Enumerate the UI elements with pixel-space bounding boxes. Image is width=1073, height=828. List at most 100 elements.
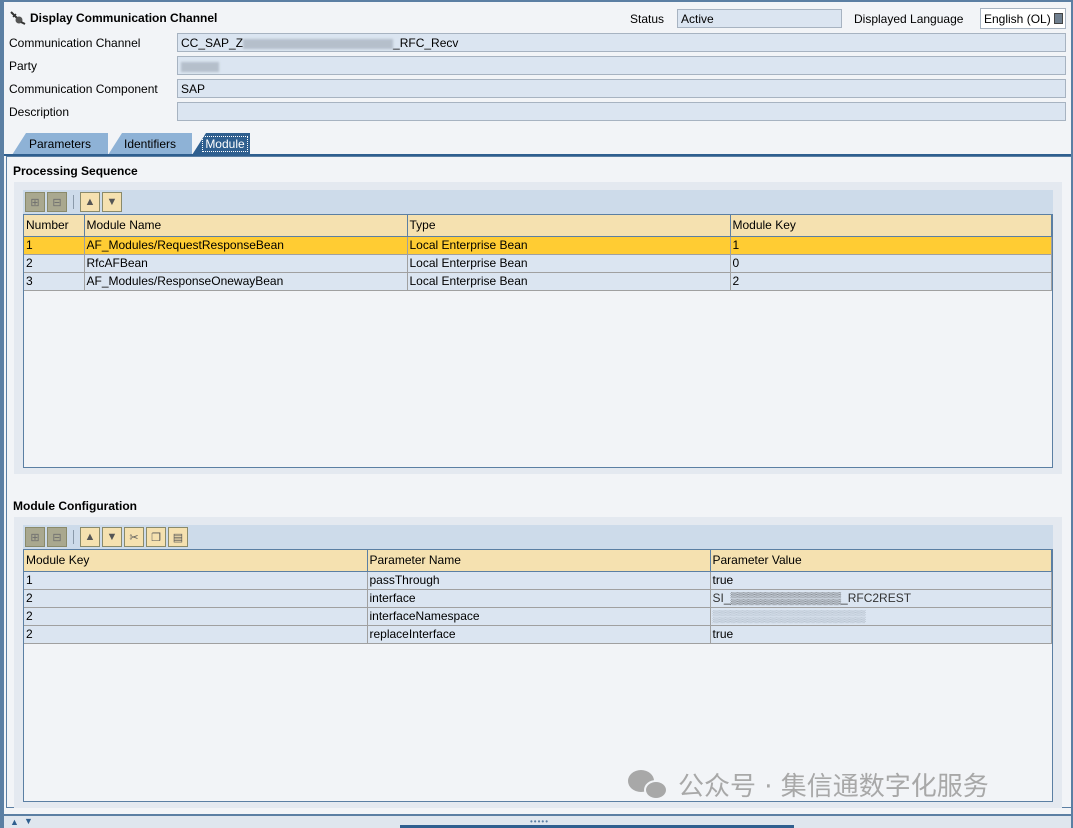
cell-type[interactable]: Local Enterprise Bean bbox=[407, 236, 731, 255]
processing-sequence-toolbar: ⊞ ⊟ ▲ ▼ bbox=[23, 190, 1053, 214]
description-label: Description bbox=[9, 105, 70, 119]
party-label: Party bbox=[9, 59, 38, 73]
triangle-up-icon: ▲ bbox=[84, 531, 96, 543]
communication-channel-label: Communication Channel bbox=[9, 36, 141, 50]
cell-module-key[interactable]: 2 bbox=[730, 272, 1052, 291]
module-configuration-toolbar: ⊞ ⊟ ▲ ▼ ✂ ❐ ▤ bbox=[23, 525, 1053, 549]
table-row[interactable]: 1 AF_Modules/RequestResponseBean Local E… bbox=[24, 236, 1052, 255]
insert-row-button[interactable]: ⊞ bbox=[25, 527, 45, 547]
cell-parameter-value[interactable]: true bbox=[710, 571, 1052, 590]
page-title: Display Communication Channel bbox=[10, 11, 217, 25]
move-down-button[interactable]: ▼ bbox=[102, 527, 122, 547]
column-header-parameter-name[interactable]: Parameter Name bbox=[367, 550, 711, 572]
column-header-module-name[interactable]: Module Name bbox=[84, 215, 408, 237]
column-header-parameter-value[interactable]: Parameter Value bbox=[710, 550, 1052, 572]
description-field bbox=[177, 102, 1066, 121]
insert-row-button[interactable]: ⊞ bbox=[25, 192, 45, 212]
tab-label: Module bbox=[202, 136, 248, 152]
page-title-text: Display Communication Channel bbox=[30, 11, 218, 25]
channel-name-suffix: _RFC_Recv bbox=[393, 36, 459, 50]
status-field: Active bbox=[677, 9, 842, 28]
table-row[interactable]: 3 AF_Modules/ResponseOnewayBean Local En… bbox=[24, 272, 1052, 291]
cell-parameter-name[interactable]: passThrough bbox=[367, 571, 711, 590]
displayed-language-select[interactable]: English (OL) bbox=[980, 8, 1066, 29]
module-configuration-title: Module Configuration bbox=[13, 499, 137, 513]
displayed-language-value: English (OL) bbox=[984, 12, 1051, 26]
communication-component-field: SAP bbox=[177, 79, 1066, 98]
cell-parameter-name[interactable]: replaceInterface bbox=[367, 625, 711, 644]
cell-parameter-name[interactable]: interface bbox=[367, 589, 711, 608]
column-header-type[interactable]: Type bbox=[407, 215, 731, 237]
cell-parameter-value[interactable]: ▒▒▒▒▒▒▒▒▒▒▒▒▒▒▒▒▒▒ bbox=[710, 607, 1052, 626]
cell-module-key[interactable]: 2 bbox=[24, 607, 368, 626]
cell-module-name[interactable]: AF_Modules/ResponseOnewayBean bbox=[84, 272, 408, 291]
cell-module-key[interactable]: 2 bbox=[24, 589, 368, 608]
communication-component-label: Communication Component bbox=[9, 82, 158, 96]
table-row[interactable]: 1 passThrough true bbox=[24, 571, 1052, 590]
triangle-down-icon: ▼ bbox=[106, 531, 118, 543]
tab-module[interactable]: Module bbox=[192, 133, 250, 155]
cell-parameter-name[interactable]: interfaceNamespace bbox=[367, 607, 711, 626]
cut-button[interactable]: ✂ bbox=[124, 527, 144, 547]
move-down-button[interactable]: ▼ bbox=[102, 192, 122, 212]
cell-module-name[interactable]: AF_Modules/RequestResponseBean bbox=[84, 236, 408, 255]
displayed-language-label: Displayed Language bbox=[854, 12, 964, 26]
tab-identifiers[interactable]: Identifiers bbox=[108, 133, 192, 155]
cell-module-key[interactable]: 1 bbox=[24, 571, 368, 590]
paste-button[interactable]: ▤ bbox=[168, 527, 188, 547]
toolbar-separator bbox=[73, 530, 74, 544]
tab-parameters[interactable]: Parameters bbox=[12, 133, 108, 155]
cell-module-key[interactable]: 0 bbox=[730, 254, 1052, 273]
status-label: Status bbox=[630, 12, 665, 26]
cell-parameter-value[interactable]: true bbox=[710, 625, 1052, 644]
processing-sequence-title: Processing Sequence bbox=[13, 164, 138, 178]
channel-plug-icon bbox=[10, 11, 26, 25]
triangle-up-icon: ▲ bbox=[84, 196, 96, 208]
cell-number[interactable]: 3 bbox=[24, 272, 85, 291]
delete-row-icon: ⊟ bbox=[52, 196, 62, 209]
expand-up-icon[interactable]: ▲ bbox=[10, 817, 19, 827]
cell-type[interactable]: Local Enterprise Bean bbox=[407, 254, 731, 273]
watermark: 公众号 · 集信通数字化服务 bbox=[628, 766, 989, 803]
column-header-module-key[interactable]: Module Key bbox=[730, 215, 1052, 237]
cell-module-key[interactable]: 2 bbox=[24, 625, 368, 644]
delete-row-button[interactable]: ⊟ bbox=[47, 527, 67, 547]
party-field bbox=[177, 56, 1066, 75]
scissors-icon: ✂ bbox=[129, 531, 139, 544]
move-up-button[interactable]: ▲ bbox=[80, 192, 100, 212]
module-configuration-table: Module Key Parameter Name Parameter Valu… bbox=[23, 549, 1053, 802]
delete-row-button[interactable]: ⊟ bbox=[47, 192, 67, 212]
table-row[interactable]: 2 replaceInterface true bbox=[24, 625, 1052, 644]
window-frame-top bbox=[0, 0, 1073, 2]
wechat-icon bbox=[628, 768, 670, 802]
cell-number[interactable]: 1 bbox=[24, 236, 85, 255]
insert-row-icon: ⊞ bbox=[30, 531, 40, 544]
copy-button[interactable]: ❐ bbox=[146, 527, 166, 547]
communication-channel-field: CC_SAP_Z _RFC_Recv bbox=[177, 33, 1066, 52]
toolbar-separator bbox=[73, 195, 74, 209]
cell-number[interactable]: 2 bbox=[24, 254, 85, 273]
column-header-module-key[interactable]: Module Key bbox=[24, 550, 368, 572]
column-header-number[interactable]: Number bbox=[24, 215, 85, 237]
status-bar: ▲ ▼ ••••• bbox=[4, 814, 1071, 828]
watermark-text: 公众号 · 集信通数字化服务 bbox=[678, 772, 989, 802]
channel-name-prefix: CC_SAP_Z bbox=[181, 36, 244, 50]
insert-row-icon: ⊞ bbox=[30, 196, 40, 209]
window-frame-left bbox=[0, 0, 4, 828]
collapse-down-icon[interactable]: ▼ bbox=[24, 816, 33, 826]
cell-module-key[interactable]: 1 bbox=[730, 236, 1052, 255]
redacted-text bbox=[181, 61, 219, 72]
delete-row-icon: ⊟ bbox=[52, 531, 62, 544]
table-row[interactable]: 2 interfaceNamespace ▒▒▒▒▒▒▒▒▒▒▒▒▒▒▒▒▒▒ bbox=[24, 607, 1052, 626]
cell-parameter-value[interactable]: SI_▒▒▒▒▒▒▒▒▒▒▒▒▒_RFC2REST bbox=[710, 589, 1052, 608]
cell-module-name[interactable]: RfcAFBean bbox=[84, 254, 408, 273]
table-row[interactable]: 2 RfcAFBean Local Enterprise Bean 0 bbox=[24, 254, 1052, 273]
dropdown-icon[interactable] bbox=[1054, 13, 1063, 24]
cell-type[interactable]: Local Enterprise Bean bbox=[407, 272, 731, 291]
table-row[interactable]: 2 interface SI_▒▒▒▒▒▒▒▒▒▒▒▒▒_RFC2REST bbox=[24, 589, 1052, 608]
table-header-row: Number Module Name Type Module Key bbox=[24, 215, 1052, 237]
move-up-button[interactable]: ▲ bbox=[80, 527, 100, 547]
paste-icon: ▤ bbox=[172, 531, 184, 544]
triangle-down-icon: ▼ bbox=[106, 196, 118, 208]
redacted-text bbox=[243, 38, 394, 49]
